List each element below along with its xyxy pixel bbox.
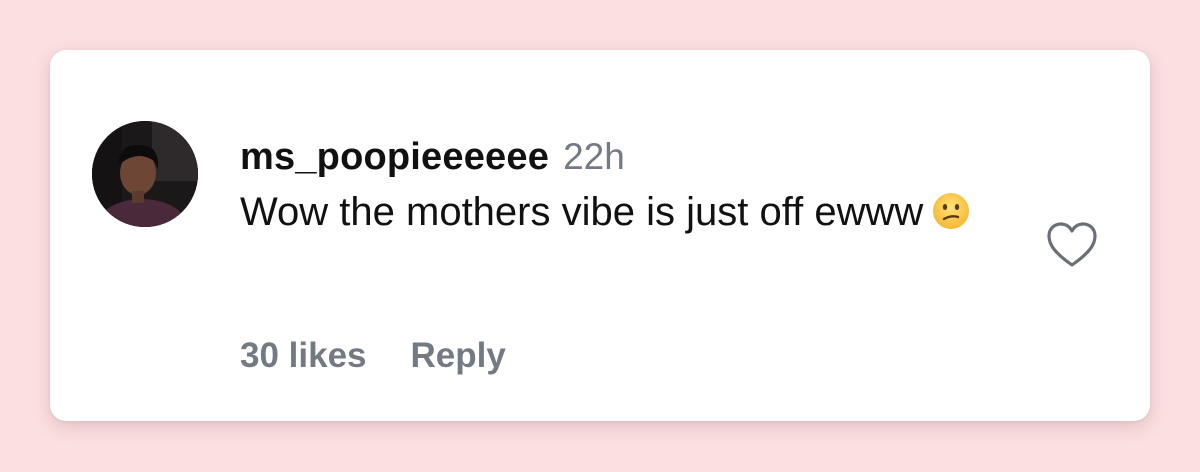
comment-card: ms_poopieeeeee 22h Wow the mothers vibe …: [50, 50, 1150, 421]
timestamp[interactable]: 22h: [563, 136, 625, 178]
comment-body: ms_poopieeeeee 22h Wow the mothers vibe …: [240, 136, 1000, 244]
comment-text-content: Wow the mothers vibe is just off ewww: [240, 190, 924, 234]
avatar[interactable]: [92, 121, 198, 227]
comment-header: ms_poopieeeeee 22h: [240, 136, 1000, 180]
confused-face-icon: [933, 193, 970, 229]
reply-button[interactable]: Reply: [411, 336, 506, 376]
likes-count-link[interactable]: 30 likes: [240, 336, 367, 376]
comment-actions: 30 likes Reply: [240, 336, 506, 376]
username-link[interactable]: ms_poopieeeeee: [240, 136, 549, 179]
like-heart-icon[interactable]: [1045, 220, 1099, 270]
avatar-photo: [92, 121, 198, 227]
comment-text: Wow the mothers vibe is just off ewww: [240, 180, 1000, 244]
